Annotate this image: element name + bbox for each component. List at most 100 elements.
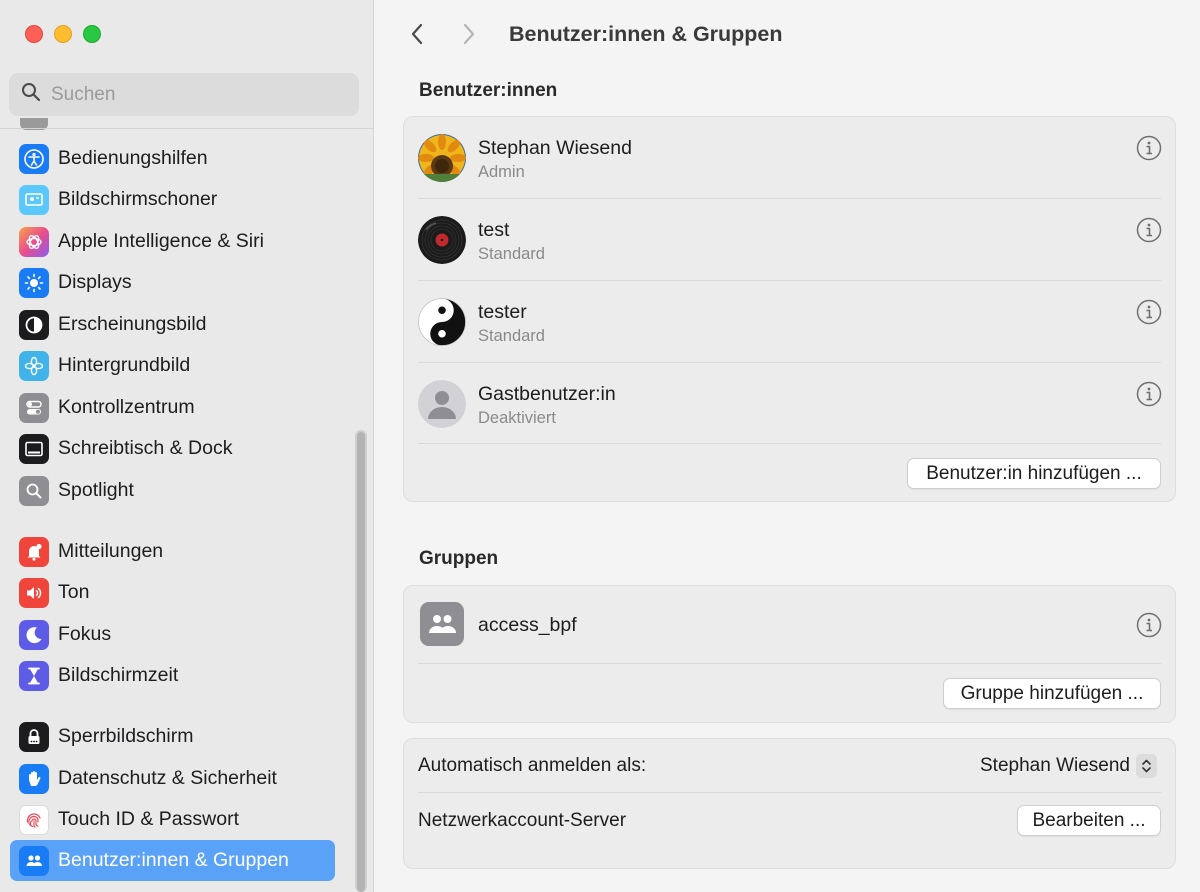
hand-icon <box>19 763 49 794</box>
users-icon <box>19 845 49 876</box>
edit-network-server-button[interactable]: Bearbeiten ... <box>1017 805 1161 836</box>
sidebar-item-schreibtisch-dock[interactable]: Schreibtisch & Dock <box>10 428 335 469</box>
groups-card: access_bpf Gruppe hinzufügen ... <box>403 585 1176 723</box>
sidebar-item-label: Sperrbildschirm <box>58 725 194 747</box>
sidebar-item-label: Displays <box>58 271 132 293</box>
sidebar-item-label: Schreibtisch & Dock <box>58 437 233 459</box>
speaker-icon <box>19 577 49 608</box>
info-icon[interactable] <box>1136 612 1162 638</box>
users-card: Stephan Wiesend Admin test Standard test… <box>403 116 1176 502</box>
user-row[interactable]: Stephan Wiesend Admin <box>404 117 1177 199</box>
sunflower-avatar <box>418 134 466 182</box>
auto-login-label: Automatisch anmelden als: <box>418 755 647 776</box>
updown-chevron-icon <box>1136 754 1157 778</box>
sidebar-item-erscheinungsbild[interactable]: Erscheinungsbild <box>10 304 335 345</box>
bell-icon <box>19 536 49 567</box>
groups-section-title: Gruppen <box>419 548 499 569</box>
user-row[interactable]: test Standard <box>404 199 1177 281</box>
row-divider <box>418 792 1161 793</box>
screensaver-icon <box>19 184 49 215</box>
sidebar-item-label: Hintergrundbild <box>58 354 191 376</box>
main-content: Benutzer:innen & Gruppen Benutzer:innen … <box>375 0 1200 892</box>
siri-icon <box>19 226 49 257</box>
sidebar-item-label: Bildschirmzeit <box>58 664 179 686</box>
sun-icon <box>19 267 49 298</box>
group-name: access_bpf <box>478 614 577 636</box>
info-icon[interactable] <box>1136 299 1162 325</box>
search-input[interactable] <box>51 83 331 106</box>
forward-button[interactable] <box>452 16 486 52</box>
magnifier-icon <box>21 82 41 107</box>
user-role: Standard <box>478 245 545 263</box>
sidebar-item-label: Touch ID & Passwort <box>58 808 239 830</box>
sidebar-item-siri[interactable]: Apple Intelligence & Siri <box>10 221 335 262</box>
sidebar-item-fokus[interactable]: Fokus <box>10 614 335 655</box>
lock-icon <box>19 721 49 752</box>
user-role: Admin <box>478 163 525 181</box>
group-icon <box>420 602 464 646</box>
sidebar-item-bildschirmzeit[interactable]: Bildschirmzeit <box>10 655 335 696</box>
login-settings-card: Automatisch anmelden als: Stephan Wiesen… <box>403 738 1176 869</box>
appearance-icon <box>19 309 49 340</box>
close-window-button[interactable] <box>25 25 43 43</box>
row-divider <box>418 443 1161 444</box>
user-name: test <box>478 219 510 241</box>
sidebar-item-touch-id[interactable]: Touch ID & Passwort <box>10 799 335 840</box>
sidebar-item-label: Bildschirmschoner <box>58 188 218 210</box>
minimize-window-button[interactable] <box>54 25 72 43</box>
add-user-button[interactable]: Benutzer:in hinzufügen ... <box>907 458 1161 489</box>
user-row[interactable]: tester Standard <box>404 281 1177 363</box>
sidebar-item-label: Apple Intelligence & Siri <box>58 230 264 252</box>
auto-login-popup[interactable]: Stephan Wiesend <box>961 751 1161 781</box>
sidebar-item-bedienungshilfen[interactable]: Bedienungshilfen <box>10 138 335 179</box>
search-field[interactable] <box>9 73 359 116</box>
guest-avatar <box>418 380 466 428</box>
network-server-label: Netzwerkaccount-Server <box>418 810 627 831</box>
back-button[interactable] <box>400 16 434 52</box>
sidebar-item-ton[interactable]: Ton <box>10 572 335 613</box>
chevron-left-icon <box>411 23 423 45</box>
spotlight-icon <box>19 475 49 506</box>
sidebar-item-mitteilungen[interactable]: Mitteilungen <box>10 531 335 572</box>
info-icon[interactable] <box>1136 381 1162 407</box>
info-icon[interactable] <box>1136 217 1162 243</box>
sidebar-item-label: Erscheinungsbild <box>58 313 207 335</box>
sidebar-item-spotlight[interactable]: Spotlight <box>10 470 335 511</box>
user-name: tester <box>478 301 527 323</box>
sidebar-item-label: Benutzer:innen & Gruppen <box>58 849 289 871</box>
yinyang-avatar <box>418 298 466 346</box>
fingerprint-icon <box>19 804 49 835</box>
sidebar-item-label: Kontrollzentrum <box>58 396 195 418</box>
toolbar: Benutzer:innen & Gruppen <box>400 14 783 54</box>
sidebar-item-kontrollzentrum[interactable]: Kontrollzentrum <box>10 387 335 428</box>
sidebar-item-sperrbildschirm[interactable]: Sperrbildschirm <box>10 716 335 757</box>
user-name: Gastbenutzer:in <box>478 383 616 405</box>
chevron-right-icon <box>463 23 475 45</box>
auto-login-value: Stephan Wiesend <box>980 755 1130 776</box>
sidebar-item-label: Datenschutz & Sicherheit <box>58 767 277 789</box>
zoom-window-button[interactable] <box>83 25 101 43</box>
user-row[interactable]: Gastbenutzer:in Deaktiviert <box>404 363 1177 445</box>
info-icon[interactable] <box>1136 135 1162 161</box>
sidebar-item-datenschutz[interactable]: Datenschutz & Sicherheit <box>10 758 335 799</box>
group-row[interactable]: access_bpf <box>404 586 1177 663</box>
record-avatar <box>418 216 466 264</box>
moon-icon <box>19 619 49 650</box>
page-title: Benutzer:innen & Gruppen <box>509 21 783 46</box>
sidebar-divider <box>0 128 373 129</box>
sidebar-item-displays[interactable]: Displays <box>10 262 335 303</box>
sidebar-item-hintergrundbild[interactable]: Hintergrundbild <box>10 345 335 386</box>
flower-icon <box>19 350 49 381</box>
sidebar-item-bildschirmschoner[interactable]: Bildschirmschoner <box>10 179 335 220</box>
user-name: Stephan Wiesend <box>478 137 632 159</box>
sidebar: Bedienungshilfen Bildschirmschoner Apple… <box>0 0 374 892</box>
add-group-button[interactable]: Gruppe hinzufügen ... <box>943 678 1161 709</box>
accessibility-icon <box>19 143 49 174</box>
sidebar-item-label: Spotlight <box>58 479 134 501</box>
sidebar-item-label: Mitteilungen <box>58 540 164 562</box>
row-divider <box>418 663 1161 664</box>
dock-icon <box>19 433 49 464</box>
sidebar-item-benutzer-gruppen[interactable]: Benutzer:innen & Gruppen <box>10 840 335 881</box>
window-controls <box>25 25 101 43</box>
sidebar-scrollbar-thumb[interactable] <box>357 432 365 892</box>
